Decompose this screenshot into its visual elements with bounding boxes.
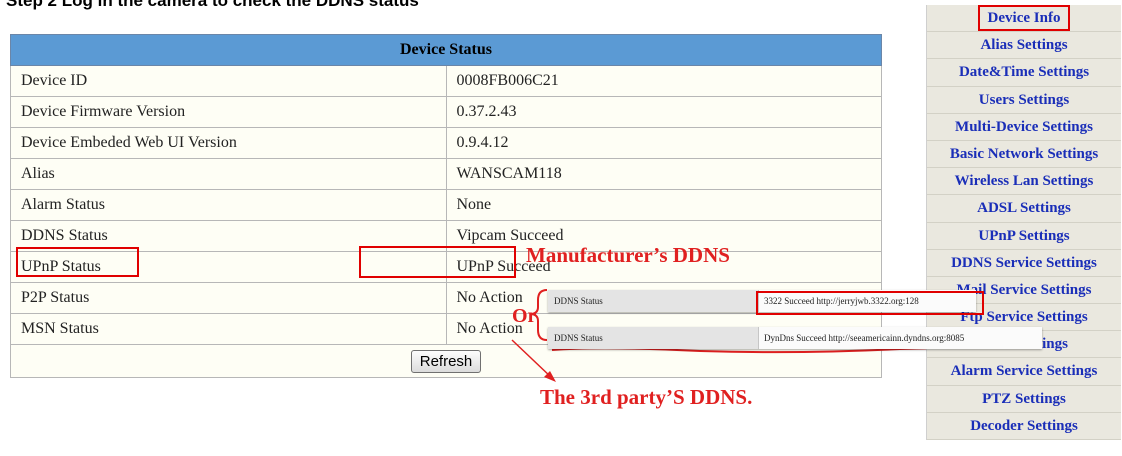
nav-item-users-settings[interactable]: Users Settings xyxy=(927,87,1121,114)
nav-item-adsl-settings[interactable]: ADSL Settings xyxy=(927,195,1121,223)
row-label: UPnP Status xyxy=(10,251,447,283)
manufacturer-ddns-annotation: Manufacturer’s DDNS xyxy=(526,243,730,267)
settings-nav-menu: Device Info Alias Settings Date&Time Set… xyxy=(926,5,1121,440)
table-row-upnp: UPnP Status UPnP Succeed xyxy=(10,251,882,283)
or-annotation: Or xyxy=(512,305,537,327)
row-value: WANSCAM118 xyxy=(445,158,882,190)
nav-item-decoder-settings[interactable]: Decoder Settings xyxy=(927,413,1121,440)
inset-value: DynDns Succeed http://seeamericainn.dynd… xyxy=(759,327,1042,349)
nav-item-ddns-service-settings[interactable]: DDNS Service Settings xyxy=(927,250,1121,277)
nav-item-device-info[interactable]: Device Info xyxy=(927,5,1121,33)
row-value: None xyxy=(445,189,882,221)
row-value: 0.37.2.43 xyxy=(445,96,882,128)
row-label: Alias xyxy=(10,158,447,190)
row-label: MSN Status xyxy=(10,313,447,345)
row-label: Device ID xyxy=(10,65,447,97)
nav-item-alarm-service-settings[interactable]: Alarm Service Settings xyxy=(927,358,1121,386)
inset-label: DDNS Status xyxy=(548,327,759,349)
table-header: Device Status xyxy=(10,34,882,66)
row-label: Device Embeded Web UI Version xyxy=(10,127,447,159)
nav-item-datetime-settings[interactable]: Date&Time Settings xyxy=(927,59,1121,87)
table-row-firmware: Device Firmware Version 0.37.2.43 xyxy=(10,96,882,128)
table-row-web-ui: Device Embeded Web UI Version 0.9.4.12 xyxy=(10,127,882,159)
table-row-ddns: DDNS Status Vipcam Succeed xyxy=(10,220,882,252)
nav-item-wireless-lan-settings[interactable]: Wireless Lan Settings xyxy=(927,168,1121,196)
inset-value: 3322 Succeed http://jerryjwb.3322.org:12… xyxy=(759,290,976,312)
ddns-inset-dyndns: DDNS Status DynDns Succeed http://seeame… xyxy=(548,327,1042,349)
row-label: P2P Status xyxy=(10,282,447,314)
table-row-alias: Alias WANSCAM118 xyxy=(10,158,882,190)
table-row-alarm: Alarm Status None xyxy=(10,189,882,221)
refresh-button[interactable]: Refresh xyxy=(410,349,482,373)
row-label: Device Firmware Version xyxy=(10,96,447,128)
table-row-refresh: Refresh xyxy=(10,344,882,378)
row-label: Alarm Status xyxy=(10,189,447,221)
nav-item-alias-settings[interactable]: Alias Settings xyxy=(927,32,1121,60)
nav-item-basic-network-settings[interactable]: Basic Network Settings xyxy=(927,141,1121,169)
nav-item-label: Device Info xyxy=(977,5,1071,31)
third-party-ddns-annotation: The 3rd party’S DDNS. xyxy=(540,385,753,409)
refresh-cell: Refresh xyxy=(10,344,882,378)
inset-label: DDNS Status xyxy=(548,290,759,312)
nav-item-ptz-settings[interactable]: PTZ Settings xyxy=(927,386,1121,413)
nav-item-multi-device-settings[interactable]: Multi-Device Settings xyxy=(927,114,1121,141)
row-value: 0.9.4.12 xyxy=(445,127,882,159)
row-label: DDNS Status xyxy=(10,220,447,252)
row-value: 0008FB006C21 xyxy=(445,65,882,97)
nav-item-upnp-settings[interactable]: UPnP Settings xyxy=(927,223,1121,250)
ddns-inset-3322: DDNS Status 3322 Succeed http://jerryjwb… xyxy=(548,290,976,312)
step-heading: Step 2 Log in the camera to check the DD… xyxy=(6,0,419,10)
table-row-device-id: Device ID 0008FB006C21 xyxy=(10,65,882,97)
